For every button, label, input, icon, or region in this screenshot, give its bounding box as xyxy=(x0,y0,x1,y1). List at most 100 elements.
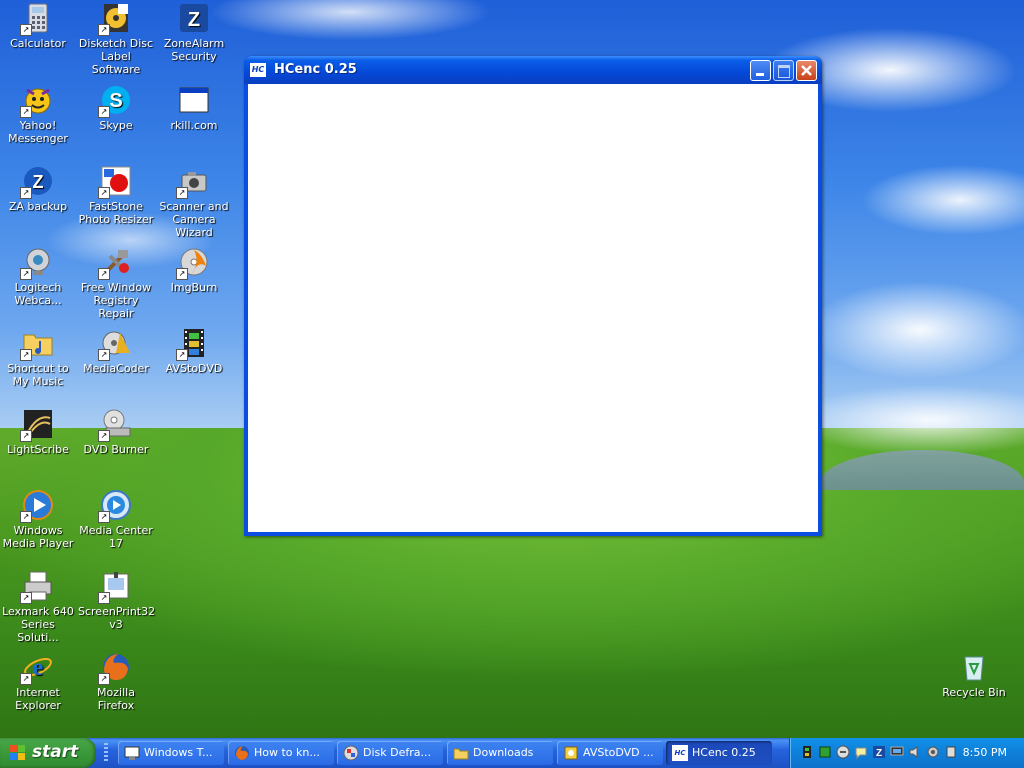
circle-tray-icon[interactable] xyxy=(836,745,850,759)
maximize-button[interactable] xyxy=(773,60,794,81)
desktop-icon-yahoo-messenger[interactable]: ↗ Yahoo! Messenger xyxy=(0,84,76,145)
svg-text:Z: Z xyxy=(876,748,882,759)
taskbar-button[interactable]: Downloads xyxy=(447,741,553,765)
desktop-icon-zonealarm[interactable]: Z ZoneAlarm Security xyxy=(156,2,232,63)
media-center-icon: ↗ xyxy=(98,489,132,523)
hcenc-app-icon: HC xyxy=(672,745,688,761)
task-manager-icon xyxy=(124,746,140,760)
shortcut-arrow-icon: ↗ xyxy=(20,349,32,361)
firefox-icon xyxy=(235,746,249,760)
taskbar-button[interactable]: Disk Defra... xyxy=(337,741,443,765)
shortcut-arrow-icon: ↗ xyxy=(20,268,32,280)
desktop-icon-avstodvd[interactable]: ↗ AVStoDVD xyxy=(156,327,232,375)
application-window-icon xyxy=(178,84,210,116)
film-strip-icon: ↗ xyxy=(176,327,210,361)
photo-resizer-icon: ↗ xyxy=(98,165,132,199)
disc-label-icon: ↗ xyxy=(98,2,132,36)
za-backup-icon: Z ↗ xyxy=(20,165,54,199)
icon-label: Lexmark 640 Series Soluti... xyxy=(2,605,74,644)
shortcut-arrow-icon: ↗ xyxy=(98,349,110,361)
desktop-icon-za-backup[interactable]: Z ↗ ZA backup xyxy=(0,165,76,213)
shortcut-arrow-icon: ↗ xyxy=(176,187,188,199)
icon-label: Scanner and Camera Wizard xyxy=(159,200,229,239)
taskbar-button[interactable]: How to kn... xyxy=(228,741,334,765)
taskbar: start Windows T... How to kn... Disk Def… xyxy=(0,738,1024,768)
taskbar-button[interactable]: AVStoDVD ... xyxy=(557,741,663,765)
shortcut-arrow-icon: ↗ xyxy=(20,106,32,118)
green-status-icon[interactable] xyxy=(818,745,832,759)
desktop-icon-faststone[interactable]: ↗ FastStone Photo Resizer xyxy=(78,165,154,226)
clock[interactable]: 8:50 PM xyxy=(963,746,1007,759)
camera-icon: ↗ xyxy=(176,165,210,199)
network-tray-icon[interactable] xyxy=(890,745,904,759)
icon-label: MediaCoder xyxy=(83,362,149,375)
desktop-icon-recycle-bin[interactable]: Recycle Bin xyxy=(936,651,1012,699)
tools-icon: ↗ xyxy=(98,246,132,280)
desktop-icon-lexmark[interactable]: ↗ Lexmark 640 Series Soluti... xyxy=(0,570,76,644)
webcam-icon: ↗ xyxy=(20,246,54,280)
desktop-icon-screenprint32[interactable]: ↗ ScreenPrint32 v3 xyxy=(78,570,155,631)
start-label: start xyxy=(32,742,79,762)
icon-label: Internet Explorer xyxy=(15,686,61,712)
shortcut-arrow-icon: ↗ xyxy=(98,592,110,604)
film-strip-icon[interactable] xyxy=(800,745,814,759)
desktop-icon-disketch[interactable]: ↗ Disketch Disc Label Software xyxy=(78,2,154,76)
folder-icon xyxy=(453,748,469,760)
icon-label: AVStoDVD xyxy=(165,362,223,375)
taskbar-button-active[interactable]: HC HCenc 0.25 xyxy=(666,741,772,765)
dvd-burner-icon: ↗ xyxy=(98,408,132,442)
icon-label: FastStone Photo Resizer xyxy=(78,200,154,226)
quicklaunch-grip[interactable] xyxy=(104,743,108,763)
shortcut-arrow-icon: ↗ xyxy=(98,268,110,280)
start-button[interactable]: start xyxy=(0,738,96,768)
desktop-icon-scanner-camera-wizard[interactable]: ↗ Scanner and Camera Wizard xyxy=(156,165,232,239)
close-button[interactable] xyxy=(796,60,817,81)
icon-label: Recycle Bin xyxy=(942,686,1006,699)
shortcut-arrow-icon: ↗ xyxy=(20,187,32,199)
icon-label: Calculator xyxy=(10,37,66,50)
shortcut-arrow-icon: ↗ xyxy=(98,106,110,118)
desktop-icon-rkill[interactable]: rkill.com xyxy=(156,84,232,132)
desktop-icon-media-center[interactable]: ↗ Media Center 17 xyxy=(78,489,154,550)
shortcut-arrow-icon: ↗ xyxy=(20,24,32,36)
system-tray: Z 8:50 PM xyxy=(789,738,1024,768)
desktop-icon-registry-repair[interactable]: ↗ Free Window Registry Repair xyxy=(78,246,154,320)
hcenc-app-icon[interactable]: HC xyxy=(250,63,266,77)
icon-label: ImgBurn xyxy=(170,281,218,294)
desktop-icon-mediacoder[interactable]: ↗ MediaCoder xyxy=(78,327,154,375)
svg-text:e: e xyxy=(33,655,44,681)
minimize-button[interactable] xyxy=(750,60,771,81)
disk-defragmenter-icon xyxy=(343,745,359,761)
shortcut-arrow-icon: ↗ xyxy=(98,673,110,685)
messenger-tray-icon[interactable] xyxy=(854,745,868,759)
desktop-icon-windows-media-player[interactable]: ↗ Windows Media Player xyxy=(0,489,76,550)
window-client-area[interactable] xyxy=(248,84,818,532)
music-folder-icon: ↗ xyxy=(20,327,54,361)
desktop-icon-dvd-burner[interactable]: ↗ DVD Burner xyxy=(78,408,154,456)
hcenc-window[interactable]: HC HCenc 0.25 xyxy=(244,56,822,536)
window-titlebar[interactable]: HC HCenc 0.25 xyxy=(244,56,822,84)
device-tray-icon[interactable] xyxy=(944,745,958,759)
desktop-icon-calculator[interactable]: ↗ Calculator xyxy=(0,2,76,50)
recycle-bin-icon xyxy=(958,651,990,683)
window-title: HCenc 0.25 xyxy=(274,62,357,77)
desktop-icon-lightscribe[interactable]: ↗ LightScribe xyxy=(0,408,76,456)
desktop-icon-imgburn[interactable]: ↗ ImgBurn xyxy=(156,246,232,294)
maximize-icon xyxy=(778,65,790,78)
desktop-icon-skype[interactable]: S ↗ Skype xyxy=(78,84,154,132)
icon-label: ZoneAlarm Security xyxy=(163,37,225,63)
desktop-icon-logitech-webcam[interactable]: ↗ Logitech Webca... xyxy=(0,246,76,307)
screenprint-icon: ↗ xyxy=(98,570,132,604)
desktop-icon-firefox[interactable]: ↗ Mozilla Firefox xyxy=(78,651,154,712)
taskbar-button[interactable]: Windows T... xyxy=(118,741,224,765)
desktop-icon-internet-explorer[interactable]: e ↗ Internet Explorer xyxy=(0,651,76,712)
skype-icon: S ↗ xyxy=(98,84,132,118)
desktop-icon-my-music[interactable]: ↗ Shortcut to My Music xyxy=(0,327,76,388)
firefox-icon: ↗ xyxy=(98,651,132,685)
security-tray-icon[interactable] xyxy=(926,745,940,759)
icon-label: Disketch Disc Label Software xyxy=(78,37,154,76)
icon-label: rkill.com xyxy=(170,119,218,132)
zonealarm-tray-icon[interactable]: Z xyxy=(872,745,886,759)
icon-label: Skype xyxy=(99,119,133,132)
volume-icon[interactable] xyxy=(908,745,922,759)
